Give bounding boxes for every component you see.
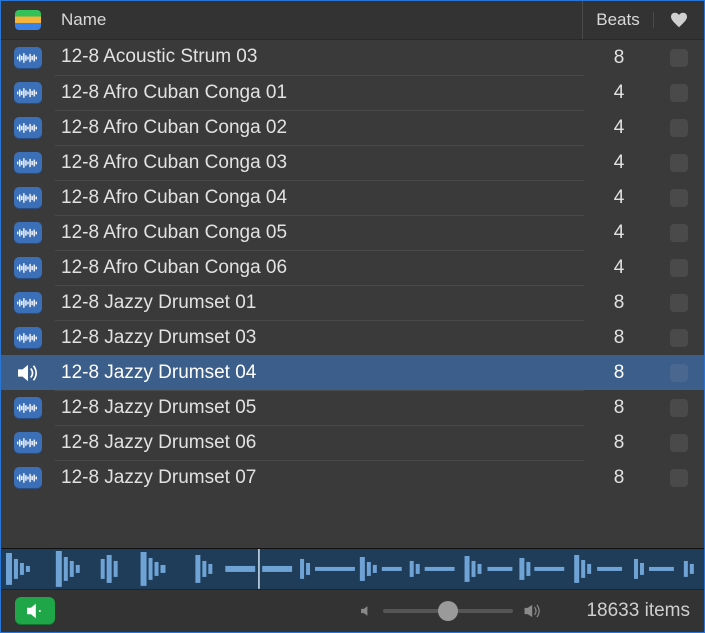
table-row[interactable]: 12-8 Jazzy Drumset 058 — [1, 390, 704, 425]
footer-bar: 18633 items — [1, 589, 704, 632]
favorite-checkbox[interactable] — [670, 469, 688, 487]
loop-beats: 8 — [584, 285, 654, 320]
loop-beats: 8 — [584, 460, 654, 495]
table-row[interactable]: 12-8 Jazzy Drumset 018 — [1, 285, 704, 320]
loop-name: 12-8 Afro Cuban Conga 03 — [55, 145, 584, 181]
loop-beats: 8 — [584, 425, 654, 460]
volume-slider[interactable] — [383, 609, 513, 613]
table-row[interactable]: 12-8 Jazzy Drumset 078 — [1, 460, 704, 495]
table-row[interactable]: 12-8 Acoustic Strum 038 — [1, 40, 704, 75]
loop-beats: 4 — [584, 110, 654, 145]
audio-loop-icon — [14, 82, 42, 104]
table-row[interactable]: 12-8 Afro Cuban Conga 054 — [1, 215, 704, 250]
favorite-checkbox[interactable] — [670, 84, 688, 102]
audio-loop-icon — [14, 327, 42, 349]
view-mode-button[interactable] — [1, 10, 55, 30]
audio-loop-icon — [14, 152, 42, 174]
favorite-checkbox[interactable] — [670, 154, 688, 172]
loop-name: 12-8 Acoustic Strum 03 — [55, 40, 584, 75]
loop-beats: 4 — [584, 180, 654, 215]
audio-loop-icon — [14, 47, 42, 69]
column-header-beats[interactable]: Beats — [582, 1, 653, 39]
table-row[interactable]: 12-8 Jazzy Drumset 038 — [1, 320, 704, 355]
loop-name: 12-8 Jazzy Drumset 07 — [55, 460, 584, 496]
table-row[interactable]: 12-8 Jazzy Drumset 068 — [1, 425, 704, 460]
favorite-checkbox[interactable] — [670, 294, 688, 312]
column-header: Name Beats — [1, 1, 704, 40]
favorite-checkbox[interactable] — [670, 259, 688, 277]
table-row[interactable]: 12-8 Afro Cuban Conga 044 — [1, 180, 704, 215]
favorite-checkbox[interactable] — [670, 434, 688, 452]
audio-loop-icon — [14, 187, 42, 209]
audio-loop-icon — [14, 117, 42, 139]
volume-knob[interactable] — [438, 601, 458, 621]
favorite-checkbox[interactable] — [670, 224, 688, 242]
speaker-icon — [25, 603, 45, 619]
loop-name: 12-8 Jazzy Drumset 01 — [55, 285, 584, 321]
loop-name: 12-8 Afro Cuban Conga 04 — [55, 180, 584, 216]
audio-loop-icon — [14, 292, 42, 314]
waveform-preview[interactable] — [1, 548, 704, 589]
loop-name: 12-8 Jazzy Drumset 04 — [55, 355, 584, 391]
loop-beats: 4 — [584, 215, 654, 250]
loop-beats: 4 — [584, 145, 654, 180]
audio-loop-icon — [14, 257, 42, 279]
loop-beats: 8 — [584, 320, 654, 355]
favorite-checkbox[interactable] — [670, 189, 688, 207]
loop-beats: 8 — [584, 390, 654, 425]
column-header-favorite[interactable] — [653, 12, 704, 28]
audio-loop-icon — [14, 222, 42, 244]
loop-name: 12-8 Afro Cuban Conga 01 — [55, 75, 584, 111]
volume-low-icon — [359, 604, 373, 618]
loop-beats: 8 — [584, 355, 654, 390]
favorite-checkbox[interactable] — [670, 119, 688, 137]
audition-button[interactable] — [15, 597, 55, 625]
favorite-checkbox[interactable] — [670, 399, 688, 417]
loop-beats: 4 — [584, 250, 654, 285]
item-count: 18633 items — [556, 600, 690, 622]
heart-icon — [670, 12, 688, 28]
loop-name: 12-8 Afro Cuban Conga 02 — [55, 110, 584, 146]
table-row[interactable]: 12-8 Afro Cuban Conga 014 — [1, 75, 704, 110]
audio-loop-icon — [14, 397, 42, 419]
favorite-checkbox[interactable] — [670, 364, 688, 382]
loop-name: 12-8 Afro Cuban Conga 06 — [55, 250, 584, 286]
volume-high-icon — [523, 603, 543, 619]
loop-name: 12-8 Jazzy Drumset 06 — [55, 425, 584, 461]
list-view-icon — [15, 10, 41, 30]
loop-beats: 8 — [584, 40, 654, 75]
loop-name: 12-8 Jazzy Drumset 05 — [55, 390, 584, 426]
loop-beats: 4 — [584, 75, 654, 110]
loop-name: 12-8 Afro Cuban Conga 05 — [55, 215, 584, 251]
audio-loop-icon — [14, 467, 42, 489]
audio-loop-icon — [14, 432, 42, 454]
playing-icon — [15, 363, 41, 383]
table-row[interactable]: 12-8 Afro Cuban Conga 024 — [1, 110, 704, 145]
table-row[interactable]: 12-8 Afro Cuban Conga 064 — [1, 250, 704, 285]
table-row[interactable]: 12-8 Afro Cuban Conga 034 — [1, 145, 704, 180]
favorite-checkbox[interactable] — [670, 49, 688, 67]
column-header-name[interactable]: Name — [55, 10, 582, 30]
loop-name: 12-8 Jazzy Drumset 03 — [55, 320, 584, 356]
table-row[interactable]: 12-8 Jazzy Drumset 048 — [1, 355, 704, 390]
volume-control — [346, 603, 556, 619]
favorite-checkbox[interactable] — [670, 329, 688, 347]
loop-list: 12-8 Acoustic Strum 038 12-8 Afro Cuban … — [1, 40, 704, 548]
